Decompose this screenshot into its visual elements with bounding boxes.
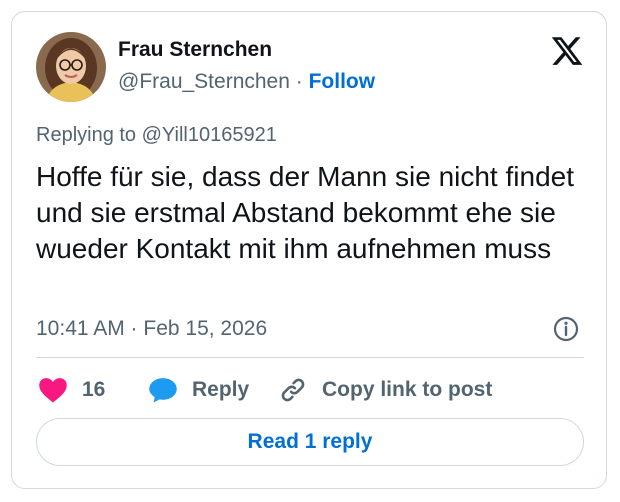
heart-icon: [39, 378, 67, 403]
speech-bubble-icon: [149, 378, 177, 403]
x-logo-icon[interactable]: [550, 34, 584, 68]
link-icon: [281, 378, 305, 402]
divider: [36, 357, 584, 358]
post-timestamp[interactable]: 10:41 AM · Feb 15, 2026: [36, 317, 267, 341]
read-replies-button[interactable]: Read 1 reply: [36, 418, 584, 466]
info-icon[interactable]: [552, 315, 580, 343]
handle-separator: ·: [295, 70, 303, 93]
copy-link-button[interactable]: Copy link to post: [278, 372, 492, 408]
copy-link-label: Copy link to post: [322, 378, 493, 401]
reply-label: Reply: [192, 378, 250, 401]
follow-button[interactable]: Follow: [309, 70, 376, 93]
read-replies-label: Read 1 reply: [247, 430, 373, 453]
post-card: Frau Sternchen @Frau_Sternchen · Follow …: [11, 11, 607, 489]
avatar[interactable]: [36, 32, 106, 102]
author-handle[interactable]: @Frau_Sternchen: [118, 70, 290, 93]
author-handle-line: @Frau_Sternchen · Follow: [118, 70, 375, 94]
like-count: 16: [82, 378, 106, 401]
like-button[interactable]: 16: [38, 372, 105, 408]
reply-button[interactable]: Reply: [148, 372, 249, 408]
author-name[interactable]: Frau Sternchen: [118, 38, 272, 62]
post-text: Hoffe für sie, dass der Mann sie nicht f…: [36, 161, 574, 264]
reply-context[interactable]: Replying to @Yill10165921: [36, 124, 277, 147]
avatar-image: [36, 32, 106, 102]
action-bar: 16 Reply Copy link to post: [12, 372, 606, 408]
